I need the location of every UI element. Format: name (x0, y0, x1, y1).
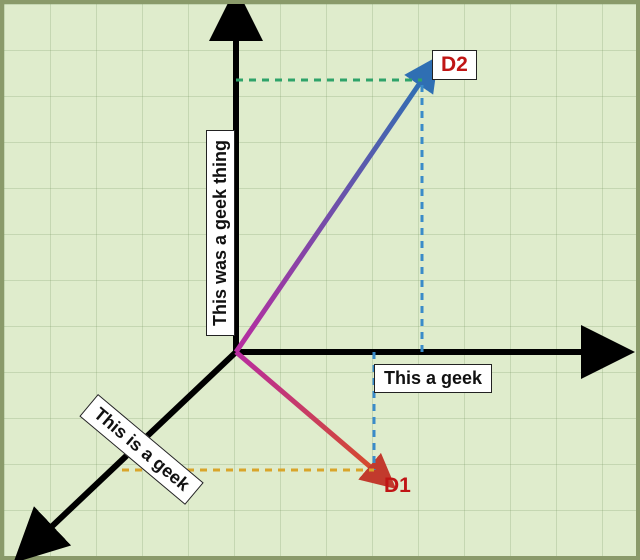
point-d1-label: D1 (384, 474, 411, 498)
y-axis-label: This was a geek thing (206, 130, 235, 336)
point-d2-label: D2 (432, 50, 477, 80)
vector-diagram: This was a geek thing This a geek This i… (0, 0, 640, 560)
vector-d1 (236, 352, 374, 470)
x-axis-label: This a geek (374, 364, 492, 393)
axes-svg (4, 4, 640, 560)
vector-d2 (236, 80, 422, 352)
